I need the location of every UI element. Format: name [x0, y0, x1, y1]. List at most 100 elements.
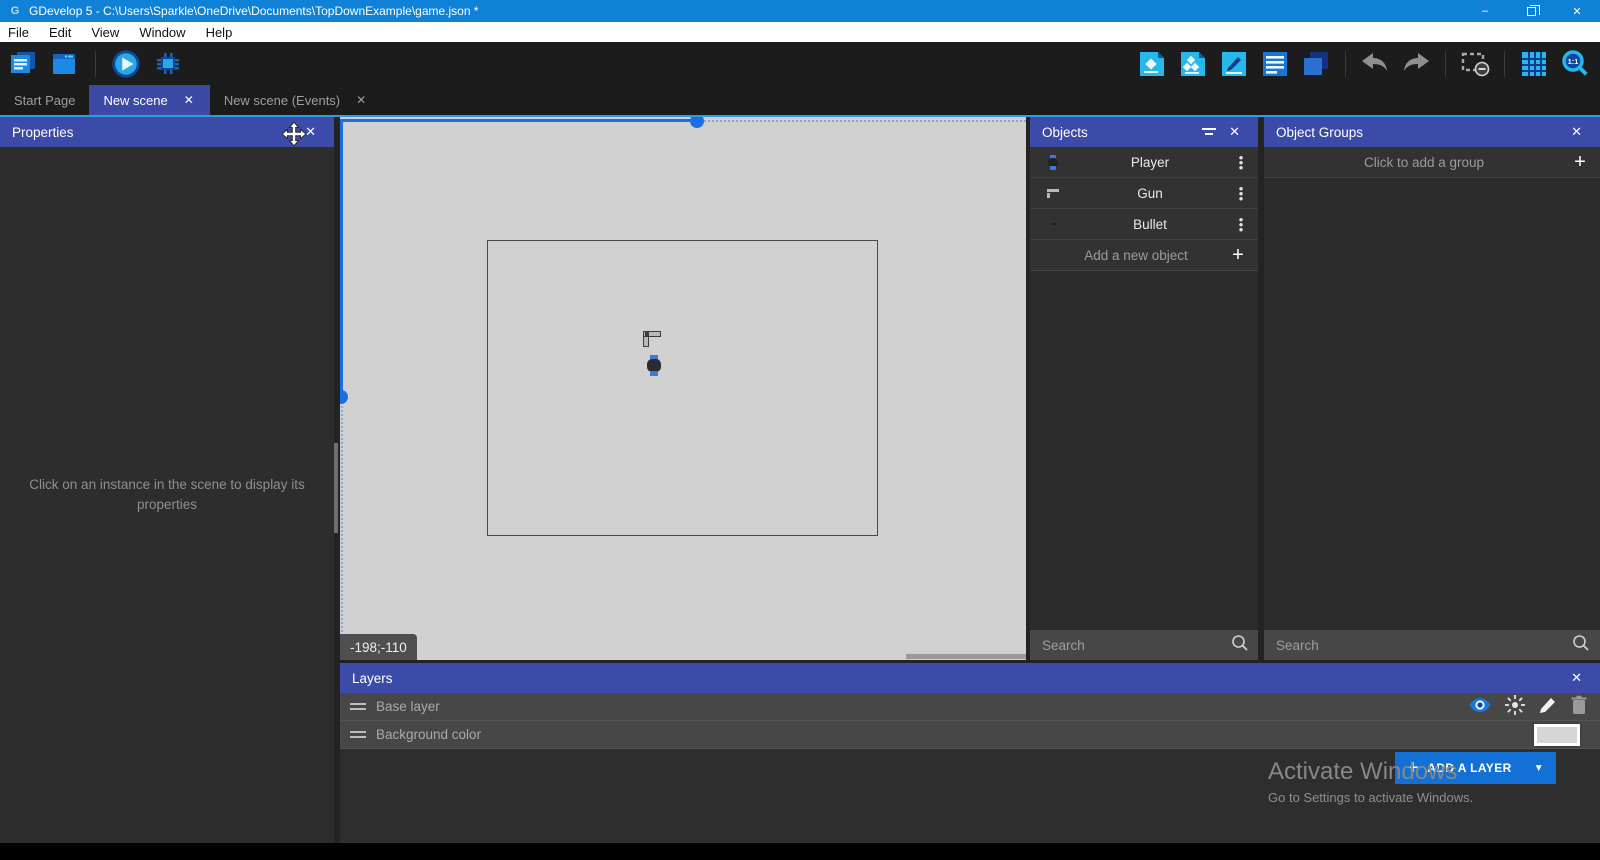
scene-window-border-top-dotted	[697, 120, 1026, 122]
svg-text:1:1: 1:1	[1568, 57, 1579, 66]
menu-view[interactable]: View	[81, 22, 129, 42]
add-object-label: Add a new object	[1030, 248, 1218, 263]
object-row-bullet[interactable]: Bullet •••	[1030, 209, 1258, 240]
object-groups-editor-icon[interactable]	[1178, 49, 1208, 79]
object-row-gun[interactable]: Gun •••	[1030, 178, 1258, 209]
groups-search-bar	[1264, 630, 1600, 660]
tab-close-icon[interactable]: ✕	[182, 93, 196, 107]
background-color-swatch[interactable]	[1534, 724, 1580, 746]
watermark-subtitle: Go to Settings to activate Windows.	[1268, 790, 1473, 805]
drag-handle-icon[interactable]	[340, 731, 376, 738]
resize-handle-left[interactable]	[340, 390, 348, 404]
player-instance[interactable]	[647, 355, 661, 376]
add-group-plus-icon[interactable]: +	[1560, 151, 1600, 174]
toolbar-separator	[1504, 51, 1505, 77]
title-bar: G GDevelop 5 - C:\Users\Sparkle\OneDrive…	[0, 0, 1600, 22]
add-object-plus-icon[interactable]: +	[1218, 244, 1258, 267]
object-name: Player	[1076, 155, 1224, 170]
scene-bounds-rectangle	[487, 240, 878, 536]
search-icon	[1231, 634, 1249, 657]
horizontal-scrollbar[interactable]	[906, 654, 1026, 659]
minimize-button[interactable]: –	[1462, 0, 1508, 22]
panel-title: Layers	[352, 671, 393, 686]
add-group-row[interactable]: Click to add a group +	[1264, 147, 1600, 178]
panel-title: Objects	[1042, 125, 1088, 140]
clear-selection-icon[interactable]	[1460, 49, 1490, 79]
menu-edit[interactable]: Edit	[39, 22, 81, 42]
scene-properties-icon[interactable]	[1219, 49, 1249, 79]
add-object-row[interactable]: Add a new object +	[1030, 240, 1258, 271]
chevron-down-icon[interactable]: ▼	[1534, 763, 1544, 774]
tab-label: New scene	[103, 93, 167, 108]
objects-close-icon[interactable]: ✕	[1223, 124, 1246, 140]
object-groups-close-icon[interactable]: ✕	[1565, 124, 1588, 140]
toolbar: 1:1	[0, 42, 1600, 85]
redo-icon[interactable]	[1401, 49, 1431, 79]
start-page-icon[interactable]	[50, 49, 80, 79]
object-menu-icon[interactable]: •••	[1224, 186, 1258, 201]
move-cursor-icon	[282, 122, 306, 146]
tab-label: New scene (Events)	[224, 93, 340, 108]
objects-search-input[interactable]	[1030, 638, 1231, 653]
filter-icon[interactable]	[1195, 126, 1223, 138]
close-button[interactable]: ✕	[1554, 0, 1600, 22]
vertical-scrollbar[interactable]	[334, 443, 338, 533]
properties-empty-message: Click on an instance in the scene to dis…	[14, 475, 320, 515]
instances-list-icon[interactable]	[1260, 49, 1290, 79]
panel-title: Properties	[12, 125, 74, 140]
layer-visibility-icon[interactable]	[1468, 696, 1492, 717]
layers-editor-icon[interactable]	[1301, 49, 1331, 79]
object-row-player[interactable]: Player •••	[1030, 147, 1258, 178]
undo-icon[interactable]	[1360, 49, 1390, 79]
tab-bar: Start Page New scene ✕ New scene (Events…	[0, 85, 1600, 117]
scene-window-border-left-dotted	[341, 397, 343, 660]
tab-start-page[interactable]: Start Page	[0, 85, 89, 115]
menu-window[interactable]: Window	[129, 22, 195, 42]
debug-icon[interactable]	[153, 49, 183, 79]
tab-close-icon[interactable]: ✕	[354, 93, 368, 107]
object-groups-panel-header: Object Groups ✕	[1264, 117, 1600, 147]
layer-name: Base layer	[376, 699, 1468, 714]
restore-button[interactable]	[1508, 0, 1554, 22]
gun-object-icon	[1030, 188, 1076, 199]
objects-editor-icon[interactable]	[1137, 49, 1167, 79]
layer-row-background[interactable]: Background color	[340, 721, 1600, 749]
groups-search-input[interactable]	[1264, 638, 1572, 653]
tab-label: Start Page	[14, 93, 75, 108]
project-manager-icon[interactable]	[8, 49, 38, 79]
grid-icon[interactable]	[1519, 49, 1549, 79]
zoom-original-icon[interactable]: 1:1	[1560, 49, 1590, 79]
gun-instance[interactable]	[643, 331, 661, 347]
gun-grip	[643, 336, 649, 347]
menu-file[interactable]: File	[0, 22, 39, 42]
toolbar-separator	[95, 51, 96, 77]
gdevelop-logo-icon: G	[8, 4, 22, 18]
object-groups-panel: Object Groups ✕ Click to add a group +	[1264, 117, 1600, 660]
window-title: GDevelop 5 - C:\Users\Sparkle\OneDrive\D…	[29, 4, 479, 18]
layers-panel-header: Layers ✕	[340, 663, 1600, 693]
layer-delete-icon[interactable]	[1570, 695, 1588, 718]
cursor-coordinates-badge: -198;-110	[340, 634, 417, 660]
objects-search-bar	[1030, 630, 1258, 660]
play-preview-icon[interactable]	[111, 49, 141, 79]
layer-effects-icon[interactable]	[1504, 694, 1526, 719]
layers-close-icon[interactable]: ✕	[1565, 670, 1588, 686]
layer-name: Background color	[376, 727, 1534, 742]
object-menu-icon[interactable]: •••	[1224, 217, 1258, 232]
object-menu-icon[interactable]: •••	[1224, 155, 1258, 170]
layers-panel: Layers ✕ Base layer	[340, 663, 1600, 843]
resize-handle-top[interactable]	[690, 117, 704, 128]
restore-icon	[1527, 7, 1536, 16]
tab-new-scene[interactable]: New scene ✕	[89, 85, 209, 115]
activate-windows-watermark: Activate Windows Go to Settings to activ…	[1268, 758, 1473, 805]
tab-new-scene-events[interactable]: New scene (Events) ✕	[210, 85, 382, 115]
layer-edit-icon[interactable]	[1538, 695, 1558, 718]
add-group-label: Click to add a group	[1264, 155, 1560, 170]
scene-canvas[interactable]: -198;-110	[340, 117, 1026, 660]
drag-handle-icon[interactable]	[340, 703, 376, 710]
menu-bar: File Edit View Window Help	[0, 22, 1600, 42]
toolbar-separator	[1345, 51, 1346, 77]
search-icon	[1572, 634, 1590, 657]
layer-row-base[interactable]: Base layer	[340, 693, 1600, 721]
menu-help[interactable]: Help	[196, 22, 243, 42]
